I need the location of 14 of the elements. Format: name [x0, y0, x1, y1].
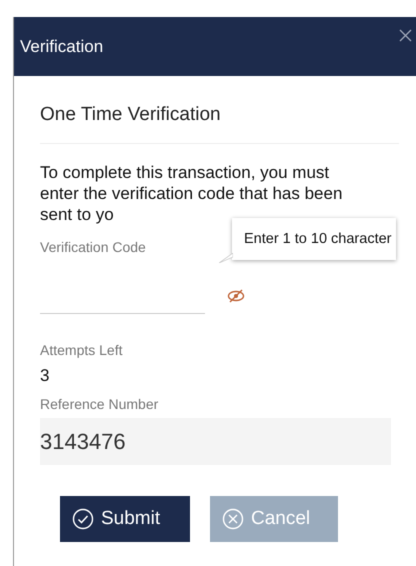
check-circle-icon	[72, 508, 94, 530]
window-title: Verification	[20, 36, 104, 56]
heading: One Time Verification	[40, 103, 222, 127]
submit-button[interactable]: Submit	[60, 496, 190, 542]
field-label: Attempts Left	[40, 342, 124, 358]
attempts-value: 3	[40, 366, 50, 386]
tooltip: Enter 1 to 10 character	[232, 218, 396, 260]
close-icon[interactable]	[399, 29, 412, 42]
field-label: Verification Code	[40, 239, 147, 255]
reference-number-field: 3143476	[40, 418, 391, 465]
field-label: Reference Number	[40, 396, 160, 412]
x-circle-icon	[222, 508, 244, 530]
tooltip-pointer	[219, 253, 233, 263]
eye-slash-icon[interactable]	[227, 288, 245, 302]
